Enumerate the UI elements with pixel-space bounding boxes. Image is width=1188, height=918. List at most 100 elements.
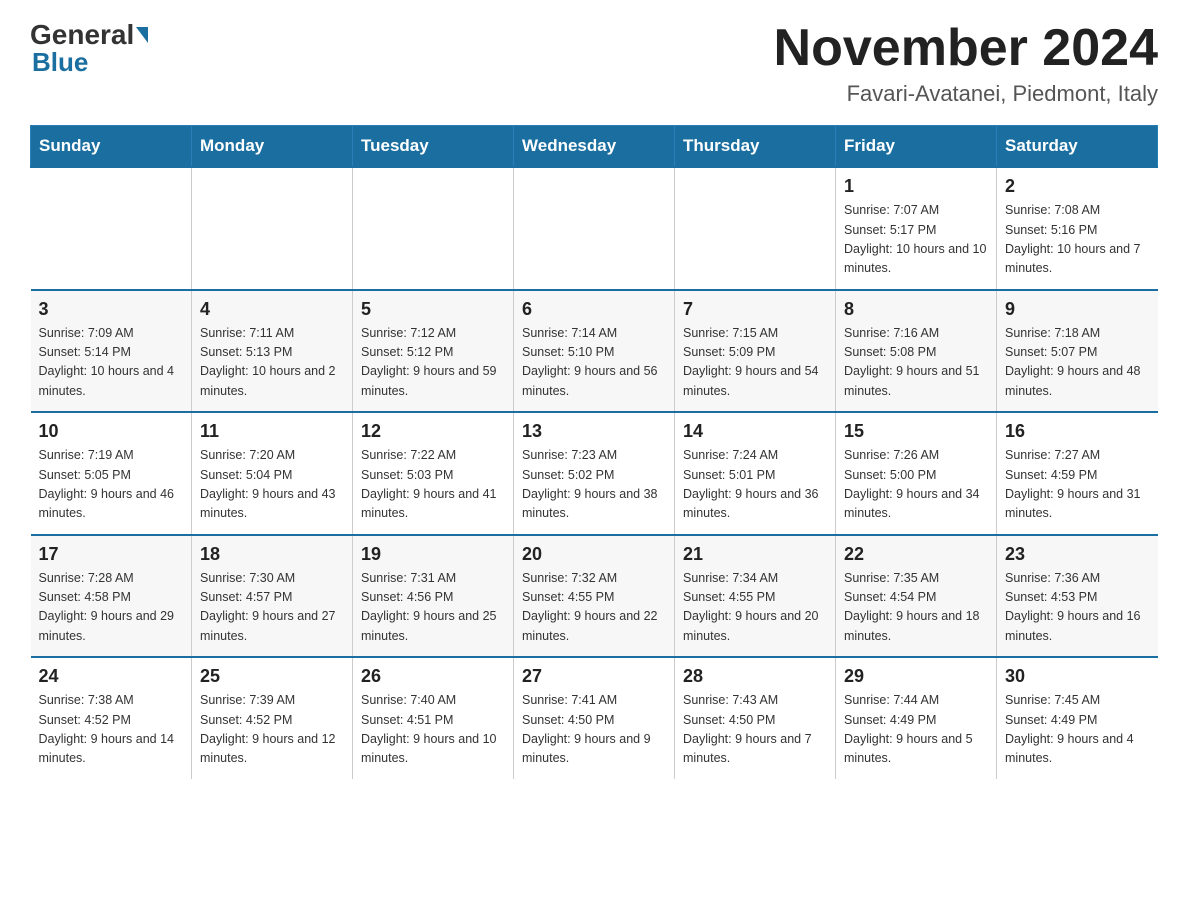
calendar-cell — [31, 167, 192, 290]
day-number: 28 — [683, 666, 827, 687]
col-tuesday: Tuesday — [353, 126, 514, 168]
calendar-cell: 26 Sunrise: 7:40 AM Sunset: 4:51 PM Dayli… — [353, 657, 514, 779]
col-sunday: Sunday — [31, 126, 192, 168]
sun-info: Sunrise: 7:07 AM Sunset: 5:17 PM Dayligh… — [844, 201, 988, 279]
sun-info: Sunrise: 7:45 AM Sunset: 4:49 PM Dayligh… — [1005, 691, 1150, 769]
calendar-cell: 30 Sunrise: 7:45 AM Sunset: 4:49 PM Dayli… — [997, 657, 1158, 779]
day-number: 21 — [683, 544, 827, 565]
sun-info: Sunrise: 7:40 AM Sunset: 4:51 PM Dayligh… — [361, 691, 505, 769]
day-number: 1 — [844, 176, 988, 197]
day-number: 16 — [1005, 421, 1150, 442]
calendar-week-row: 3 Sunrise: 7:09 AM Sunset: 5:14 PM Daylig… — [31, 290, 1158, 413]
calendar-cell — [353, 167, 514, 290]
sun-info: Sunrise: 7:08 AM Sunset: 5:16 PM Dayligh… — [1005, 201, 1150, 279]
calendar-cell: 15 Sunrise: 7:26 AM Sunset: 5:00 PM Dayli… — [836, 412, 997, 535]
calendar-cell: 3 Sunrise: 7:09 AM Sunset: 5:14 PM Daylig… — [31, 290, 192, 413]
calendar-cell: 11 Sunrise: 7:20 AM Sunset: 5:04 PM Dayli… — [192, 412, 353, 535]
day-number: 24 — [39, 666, 184, 687]
day-number: 30 — [1005, 666, 1150, 687]
sun-info: Sunrise: 7:32 AM Sunset: 4:55 PM Dayligh… — [522, 569, 666, 647]
day-number: 7 — [683, 299, 827, 320]
sun-info: Sunrise: 7:30 AM Sunset: 4:57 PM Dayligh… — [200, 569, 344, 647]
day-number: 25 — [200, 666, 344, 687]
calendar-cell: 23Sunrise: 7:36 AM Sunset: 4:53 PM Dayli… — [997, 535, 1158, 658]
day-number: 20 — [522, 544, 666, 565]
calendar-cell: 5Sunrise: 7:12 AM Sunset: 5:12 PM Daylig… — [353, 290, 514, 413]
sun-info: Sunrise: 7:44 AM Sunset: 4:49 PM Dayligh… — [844, 691, 988, 769]
sun-info: Sunrise: 7:23 AM Sunset: 5:02 PM Dayligh… — [522, 446, 666, 524]
day-number: 27 — [522, 666, 666, 687]
calendar-cell: 22 Sunrise: 7:35 AM Sunset: 4:54 PM Dayli… — [836, 535, 997, 658]
calendar-cell: 4Sunrise: 7:11 AM Sunset: 5:13 PM Daylig… — [192, 290, 353, 413]
sun-info: Sunrise: 7:26 AM Sunset: 5:00 PM Dayligh… — [844, 446, 988, 524]
calendar-body: 1 Sunrise: 7:07 AM Sunset: 5:17 PM Daylig… — [31, 167, 1158, 779]
day-number: 2 — [1005, 176, 1150, 197]
calendar-cell: 12 Sunrise: 7:22 AM Sunset: 5:03 PM Dayli… — [353, 412, 514, 535]
sun-info: Sunrise: 7:22 AM Sunset: 5:03 PM Dayligh… — [361, 446, 505, 524]
sun-info: Sunrise: 7:19 AM Sunset: 5:05 PM Dayligh… — [39, 446, 184, 524]
calendar-cell: 16 Sunrise: 7:27 AM Sunset: 4:59 PM Dayli… — [997, 412, 1158, 535]
col-thursday: Thursday — [675, 126, 836, 168]
logo-triangle-icon — [136, 27, 148, 43]
calendar-week-row: 24 Sunrise: 7:38 AM Sunset: 4:52 PM Dayli… — [31, 657, 1158, 779]
calendar-week-row: 1 Sunrise: 7:07 AM Sunset: 5:17 PM Daylig… — [31, 167, 1158, 290]
calendar-cell: 13Sunrise: 7:23 AM Sunset: 5:02 PM Dayli… — [514, 412, 675, 535]
logo: General Blue — [30, 20, 148, 78]
sun-info: Sunrise: 7:31 AM Sunset: 4:56 PM Dayligh… — [361, 569, 505, 647]
sun-info: Sunrise: 7:38 AM Sunset: 4:52 PM Dayligh… — [39, 691, 184, 769]
sun-info: Sunrise: 7:09 AM Sunset: 5:14 PM Dayligh… — [39, 324, 184, 402]
calendar-cell: 27 Sunrise: 7:41 AM Sunset: 4:50 PM Dayli… — [514, 657, 675, 779]
calendar-cell — [192, 167, 353, 290]
col-saturday: Saturday — [997, 126, 1158, 168]
day-number: 22 — [844, 544, 988, 565]
day-number: 26 — [361, 666, 505, 687]
calendar-cell: 1 Sunrise: 7:07 AM Sunset: 5:17 PM Daylig… — [836, 167, 997, 290]
day-number: 9 — [1005, 299, 1150, 320]
calendar-cell: 20 Sunrise: 7:32 AM Sunset: 4:55 PM Dayli… — [514, 535, 675, 658]
day-number: 10 — [39, 421, 184, 442]
calendar-cell: 10 Sunrise: 7:19 AM Sunset: 5:05 PM Dayli… — [31, 412, 192, 535]
day-number: 29 — [844, 666, 988, 687]
calendar-cell: 7Sunrise: 7:15 AM Sunset: 5:09 PM Daylig… — [675, 290, 836, 413]
calendar-cell: 25 Sunrise: 7:39 AM Sunset: 4:52 PM Dayli… — [192, 657, 353, 779]
sun-info: Sunrise: 7:35 AM Sunset: 4:54 PM Dayligh… — [844, 569, 988, 647]
day-number: 12 — [361, 421, 505, 442]
calendar-cell: 6 Sunrise: 7:14 AM Sunset: 5:10 PM Daylig… — [514, 290, 675, 413]
sun-info: Sunrise: 7:28 AM Sunset: 4:58 PM Dayligh… — [39, 569, 184, 647]
sun-info: Sunrise: 7:16 AM Sunset: 5:08 PM Dayligh… — [844, 324, 988, 402]
calendar-cell: 17 Sunrise: 7:28 AM Sunset: 4:58 PM Dayli… — [31, 535, 192, 658]
day-number: 15 — [844, 421, 988, 442]
col-friday: Friday — [836, 126, 997, 168]
sun-info: Sunrise: 7:27 AM Sunset: 4:59 PM Dayligh… — [1005, 446, 1150, 524]
sun-info: Sunrise: 7:41 AM Sunset: 4:50 PM Dayligh… — [522, 691, 666, 769]
sun-info: Sunrise: 7:14 AM Sunset: 5:10 PM Dayligh… — [522, 324, 666, 402]
calendar-cell — [514, 167, 675, 290]
day-number: 6 — [522, 299, 666, 320]
title-area: November 2024 Favari-Avatanei, Piedmont,… — [774, 20, 1158, 107]
sun-info: Sunrise: 7:20 AM Sunset: 5:04 PM Dayligh… — [200, 446, 344, 524]
calendar-cell: 18Sunrise: 7:30 AM Sunset: 4:57 PM Dayli… — [192, 535, 353, 658]
day-number: 17 — [39, 544, 184, 565]
page-header: General Blue November 2024 Favari-Avatan… — [30, 20, 1158, 107]
calendar-cell: 14 Sunrise: 7:24 AM Sunset: 5:01 PM Dayli… — [675, 412, 836, 535]
sun-info: Sunrise: 7:11 AM Sunset: 5:13 PM Dayligh… — [200, 324, 344, 402]
calendar-table: Sunday Monday Tuesday Wednesday Thursday… — [30, 125, 1158, 779]
day-number: 11 — [200, 421, 344, 442]
day-number: 3 — [39, 299, 184, 320]
calendar-cell: 21Sunrise: 7:34 AM Sunset: 4:55 PM Dayli… — [675, 535, 836, 658]
location-title: Favari-Avatanei, Piedmont, Italy — [774, 81, 1158, 107]
day-number: 19 — [361, 544, 505, 565]
calendar-header: Sunday Monday Tuesday Wednesday Thursday… — [31, 126, 1158, 168]
sun-info: Sunrise: 7:18 AM Sunset: 5:07 PM Dayligh… — [1005, 324, 1150, 402]
calendar-cell: 28Sunrise: 7:43 AM Sunset: 4:50 PM Dayli… — [675, 657, 836, 779]
day-number: 23 — [1005, 544, 1150, 565]
calendar-week-row: 10 Sunrise: 7:19 AM Sunset: 5:05 PM Dayli… — [31, 412, 1158, 535]
calendar-cell: 2 Sunrise: 7:08 AM Sunset: 5:16 PM Daylig… — [997, 167, 1158, 290]
month-title: November 2024 — [774, 20, 1158, 77]
sun-info: Sunrise: 7:24 AM Sunset: 5:01 PM Dayligh… — [683, 446, 827, 524]
sun-info: Sunrise: 7:39 AM Sunset: 4:52 PM Dayligh… — [200, 691, 344, 769]
sun-info: Sunrise: 7:12 AM Sunset: 5:12 PM Dayligh… — [361, 324, 505, 402]
calendar-cell: 24 Sunrise: 7:38 AM Sunset: 4:52 PM Dayli… — [31, 657, 192, 779]
day-number: 8 — [844, 299, 988, 320]
day-number: 14 — [683, 421, 827, 442]
